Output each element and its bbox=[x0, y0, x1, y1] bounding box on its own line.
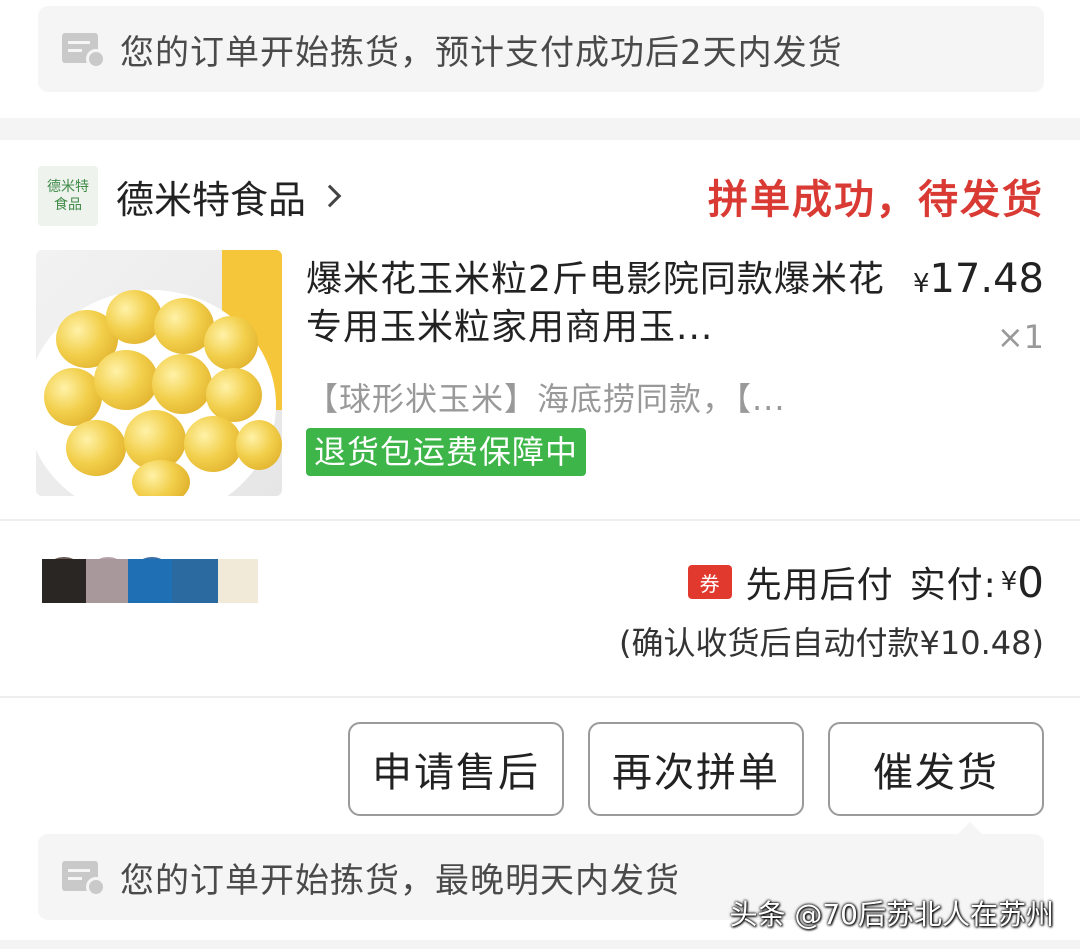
apply-after-sale-button[interactable]: 申请售后 bbox=[348, 722, 564, 816]
paid-currency: ¥ bbox=[1000, 567, 1018, 597]
shipping-notice-top[interactable]: 您的订单开始拣货，预计支付成功后2天内发货 bbox=[38, 6, 1044, 92]
paid-amount: 0 bbox=[1017, 557, 1044, 607]
divider bbox=[0, 696, 1080, 698]
order-page: 您的订单开始拣货，预计支付成功后2天内发货 德米特 食品 德米特食品 拼单成功，… bbox=[0, 0, 1080, 949]
store-logo[interactable]: 德米特 食品 bbox=[38, 166, 98, 226]
avatar-mosaic bbox=[42, 559, 86, 603]
product-quantity: ×1 bbox=[996, 318, 1044, 356]
order-actions: 申请售后 再次拼单 催发货 bbox=[348, 722, 1044, 816]
product-item[interactable]: 爆米花玉米粒2斤电影院同款爆米花专用玉米粒家用商用玉... ¥17.48 ×1 … bbox=[36, 250, 1044, 496]
store-name-link[interactable]: 德米特食品 bbox=[116, 169, 306, 224]
delivery-schedule-icon bbox=[62, 29, 106, 69]
product-price: ¥17.48 bbox=[913, 256, 1044, 302]
return-shipping-badge: 退货包运费保障中 bbox=[306, 428, 587, 476]
chevron-right-icon[interactable] bbox=[318, 184, 342, 208]
divider bbox=[0, 519, 1080, 521]
product-thumbnail[interactable] bbox=[36, 250, 282, 496]
price-value: 17.48 bbox=[929, 256, 1044, 302]
avatar-mosaic bbox=[128, 559, 172, 603]
group-member-avatars[interactable] bbox=[40, 555, 260, 603]
shipping-notice-text: 您的订单开始拣货，最晚明天内发货 bbox=[120, 860, 680, 901]
paid-label: 实付: bbox=[909, 565, 997, 606]
store-logo-line2: 食品 bbox=[54, 197, 82, 213]
shipping-notice-text: 您的订单开始拣货，预计支付成功后2天内发货 bbox=[120, 32, 843, 73]
order-status: 拼单成功，待发货 bbox=[708, 177, 1044, 223]
section-separator bbox=[0, 940, 1080, 949]
auto-pay-note: (确认收货后自动付款¥10.48) bbox=[619, 624, 1044, 662]
avatar-mosaic bbox=[172, 559, 218, 603]
product-title[interactable]: 爆米花玉米粒2斤电影院同款爆米花专用玉米粒家用商用玉... bbox=[306, 256, 886, 352]
watermark: 头条 @70后苏北人在苏州 bbox=[729, 898, 1054, 931]
tooltip-pointer bbox=[958, 822, 982, 834]
coupon-icon: 券 bbox=[687, 565, 732, 599]
product-spec: 【球形状玉米】海底捞同款，【... bbox=[306, 380, 786, 418]
reorder-button[interactable]: 再次拼单 bbox=[588, 722, 804, 816]
section-separator bbox=[0, 118, 1080, 140]
urge-shipping-button[interactable]: 催发货 bbox=[828, 722, 1044, 816]
payment-summary: 券 先用后付 实付: ¥ 0 bbox=[687, 557, 1044, 607]
avatar-mosaic bbox=[218, 559, 258, 603]
store-logo-line1: 德米特 bbox=[47, 179, 89, 195]
payment-method: 先用后付 bbox=[745, 565, 894, 606]
store-header: 德米特 食品 德米特食品 拼单成功，待发货 bbox=[38, 164, 1044, 228]
avatar-mosaic bbox=[86, 559, 128, 603]
price-currency: ¥ bbox=[912, 269, 930, 299]
delivery-schedule-icon bbox=[62, 857, 106, 897]
